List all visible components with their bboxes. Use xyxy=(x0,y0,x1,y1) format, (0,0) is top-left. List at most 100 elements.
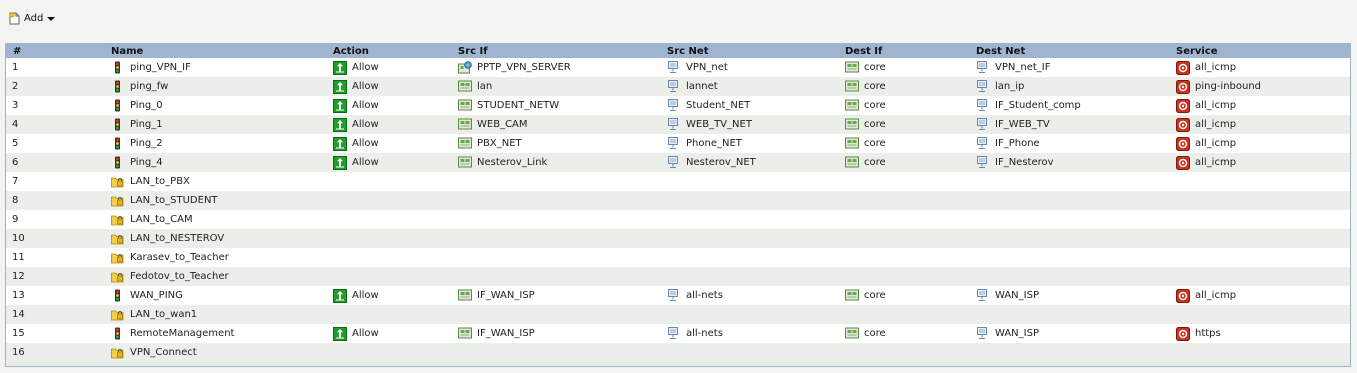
src-interface[interactable]: lan xyxy=(458,80,492,93)
dest-network[interactable]: IF_Nesterov xyxy=(976,156,1054,169)
col-header-action[interactable]: Action xyxy=(333,46,369,57)
col-header-src-if[interactable]: Src If xyxy=(458,46,488,57)
row-number-text: 3 xyxy=(12,100,19,111)
row-number-text: 10 xyxy=(12,233,25,244)
service[interactable]: all_icmp xyxy=(1176,137,1236,151)
rule-name[interactable]: Ping_0 xyxy=(111,99,163,112)
rule-name[interactable]: VPN_Connect xyxy=(111,346,197,359)
table-row[interactable]: 16 VPN_Connect xyxy=(6,343,1350,362)
table-row[interactable]: 12 Fedotov_to_Teacher xyxy=(6,267,1350,286)
dest-interface[interactable]: core xyxy=(845,99,886,112)
rule-name[interactable]: LAN_to_NESTEROV xyxy=(111,232,224,245)
table-row[interactable]: 7 LAN_to_PBX xyxy=(6,172,1350,191)
row-number: 4 xyxy=(12,119,18,130)
rule-name[interactable]: ping_VPN_IF xyxy=(111,61,191,74)
col-header-src-net[interactable]: Src Net xyxy=(667,46,708,57)
col-header-service[interactable]: Service xyxy=(1176,46,1218,57)
table-row[interactable]: 1 ping_VPN_IF Allow PPTP_VPN_SERVER VPN_net c… xyxy=(6,58,1350,77)
dest-interface[interactable]: core xyxy=(845,118,886,131)
src-network[interactable]: WEB_TV_NET xyxy=(667,118,752,131)
service[interactable]: all_icmp xyxy=(1176,118,1236,132)
table-row[interactable]: 14 LAN_to_wan1 xyxy=(6,305,1350,324)
table-row[interactable]: 8 LAN_to_STUDENT xyxy=(6,191,1350,210)
dest-interface[interactable]: core xyxy=(845,327,886,340)
network-object-icon xyxy=(667,99,680,112)
folder-lock-icon xyxy=(111,308,124,321)
rule-name[interactable]: Ping_4 xyxy=(111,156,163,169)
rule-name[interactable]: LAN_to_wan1 xyxy=(111,308,197,321)
rule-name[interactable]: Karasev_to_Teacher xyxy=(111,251,229,264)
table-row[interactable]: 15 RemoteManagement Allow IF_WAN_ISP all-net… xyxy=(6,324,1350,343)
src-interface[interactable]: PBX_NET xyxy=(458,137,522,150)
rule-action[interactable]: Allow xyxy=(333,61,379,75)
rule-action[interactable]: Allow xyxy=(333,289,379,303)
rule-action-text: Allow xyxy=(352,138,379,149)
service[interactable]: all_icmp xyxy=(1176,289,1236,303)
src-network[interactable]: Student_NET xyxy=(667,99,750,112)
src-network[interactable]: all-nets xyxy=(667,289,723,302)
add-button[interactable]: Add xyxy=(9,11,56,25)
rule-name[interactable]: LAN_to_CAM xyxy=(111,213,193,226)
dest-interface[interactable]: core xyxy=(845,289,886,302)
row-number-text: 11 xyxy=(12,252,25,263)
dest-interface[interactable]: core xyxy=(845,137,886,150)
dest-network[interactable]: WAN_ISP xyxy=(976,327,1039,340)
dest-interface[interactable]: core xyxy=(845,156,886,169)
rule-name[interactable]: Ping_2 xyxy=(111,137,163,150)
table-row[interactable]: 5 Ping_2 Allow PBX_NET Phone_NET core IF_Phone… xyxy=(6,134,1350,153)
src-network[interactable]: Nesterov_NET xyxy=(667,156,756,169)
row-number-text: 15 xyxy=(12,328,25,339)
dest-network[interactable]: IF_Student_comp xyxy=(976,99,1081,112)
rule-name[interactable]: RemoteManagement xyxy=(111,327,234,340)
src-network[interactable]: Phone_NET xyxy=(667,137,742,150)
col-header-dest-if[interactable]: Dest If xyxy=(845,46,882,57)
dest-network[interactable]: IF_Phone xyxy=(976,137,1040,150)
service[interactable]: all_icmp xyxy=(1176,156,1236,170)
dest-interface[interactable]: core xyxy=(845,61,886,74)
table-row[interactable]: 2 ping_fw Allow lan lannet core lan_ip ping-inb… xyxy=(6,77,1350,96)
src-network[interactable]: VPN_net xyxy=(667,61,728,74)
dest-interface-text: core xyxy=(864,290,886,301)
rule-name[interactable]: Fedotov_to_Teacher xyxy=(111,270,229,283)
rule-action[interactable]: Allow xyxy=(333,80,379,94)
src-network[interactable]: lannet xyxy=(667,80,718,93)
col-header-num[interactable]: # xyxy=(13,46,21,57)
src-network[interactable]: all-nets xyxy=(667,327,723,340)
service[interactable]: https xyxy=(1176,327,1221,341)
rule-action[interactable]: Allow xyxy=(333,156,379,170)
src-interface[interactable]: WEB_CAM xyxy=(458,118,528,131)
rule-name[interactable]: LAN_to_PBX xyxy=(111,175,190,188)
dest-network[interactable]: VPN_net_IF xyxy=(976,61,1050,74)
table-row[interactable]: 3 Ping_0 Allow STUDENT_NETW Student_NET core I… xyxy=(6,96,1350,115)
service[interactable]: all_icmp xyxy=(1176,99,1236,113)
rule-name[interactable]: Ping_1 xyxy=(111,118,163,131)
dest-network[interactable]: WAN_ISP xyxy=(976,289,1039,302)
rule-name[interactable]: ping_fw xyxy=(111,80,168,93)
chevron-down-icon[interactable] xyxy=(47,17,56,21)
rule-action[interactable]: Allow xyxy=(333,99,379,113)
dest-network[interactable]: lan_ip xyxy=(976,80,1024,93)
src-interface[interactable]: STUDENT_NETW xyxy=(458,99,559,112)
rule-name[interactable]: WAN_PING xyxy=(111,289,183,302)
service[interactable]: all_icmp xyxy=(1176,61,1236,75)
rule-action[interactable]: Allow xyxy=(333,137,379,151)
dest-network[interactable]: IF_WEB_TV xyxy=(976,118,1050,131)
table-row[interactable]: 10 LAN_to_NESTEROV xyxy=(6,229,1350,248)
dest-interface[interactable]: core xyxy=(845,80,886,93)
src-interface[interactable]: Nesterov_Link xyxy=(458,156,547,169)
table-row[interactable]: 6 Ping_4 Allow Nesterov_Link Nesterov_NET cor… xyxy=(6,153,1350,172)
rule-name[interactable]: LAN_to_STUDENT xyxy=(111,194,218,207)
src-interface[interactable]: IF_WAN_ISP xyxy=(458,289,535,302)
table-row[interactable]: 11 Karasev_to_Teacher xyxy=(6,248,1350,267)
src-interface[interactable]: IF_WAN_ISP xyxy=(458,327,535,340)
table-row[interactable]: 13 WAN_PING Allow IF_WAN_ISP all-nets core WAN… xyxy=(6,286,1350,305)
col-header-name[interactable]: Name xyxy=(111,46,143,57)
table-row[interactable]: 9 LAN_to_CAM xyxy=(6,210,1350,229)
rule-action[interactable]: Allow xyxy=(333,118,379,132)
col-header-dest-net[interactable]: Dest Net xyxy=(976,46,1025,57)
src-interface[interactable]: PPTP_VPN_SERVER xyxy=(458,61,571,74)
table-row[interactable]: 4 Ping_1 Allow WEB_CAM WEB_TV_NET core IF_WEB_… xyxy=(6,115,1350,134)
service[interactable]: ping-inbound xyxy=(1176,80,1261,94)
rule-action[interactable]: Allow xyxy=(333,327,379,341)
src-network-text: all-nets xyxy=(686,290,723,301)
